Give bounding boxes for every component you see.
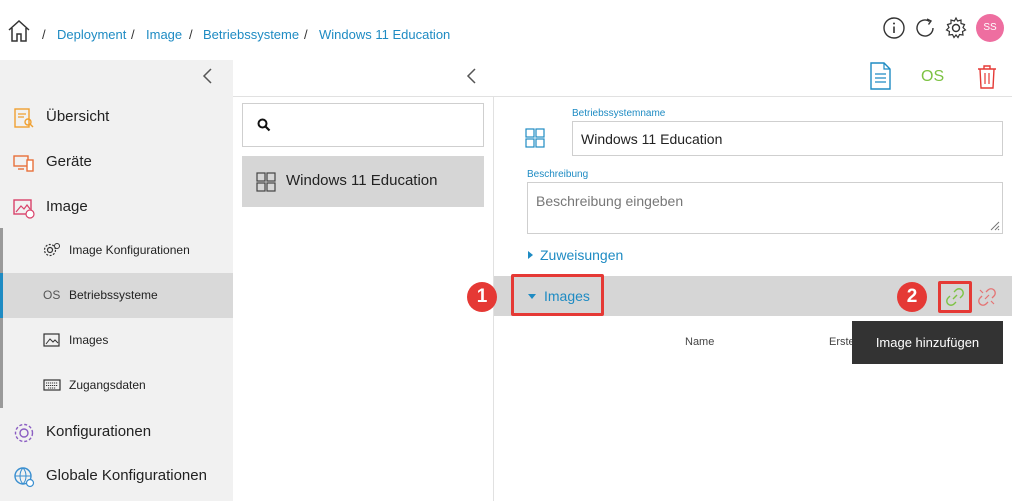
column-header-name[interactable]: Name bbox=[685, 336, 714, 348]
name-field-label: Betriebssystemname bbox=[572, 108, 666, 119]
os-button[interactable]: OS bbox=[921, 68, 944, 86]
search-input[interactable] bbox=[242, 103, 484, 147]
user-avatar[interactable]: SS bbox=[976, 14, 1004, 42]
zuweisungen-toggle[interactable]: Zuweisungen bbox=[528, 247, 623, 263]
breadcrumb-separator: / bbox=[189, 27, 193, 42]
sidebar-item-label: Image bbox=[46, 198, 88, 215]
breadcrumb-separator: / bbox=[42, 27, 46, 42]
global-config-icon bbox=[14, 467, 35, 488]
link-icon[interactable] bbox=[945, 287, 965, 307]
sidebar-item-geraete[interactable]: Geräte bbox=[0, 140, 233, 184]
search-icon bbox=[257, 118, 271, 132]
unlink-icon[interactable] bbox=[977, 287, 997, 307]
keyboard-icon bbox=[43, 379, 61, 391]
sidebar: Übersicht Geräte Image Image Konfigurati… bbox=[0, 60, 233, 501]
step-marker-1: 1 bbox=[467, 282, 497, 312]
image-icon bbox=[13, 199, 35, 219]
os-name-field[interactable]: Windows 11 Education bbox=[572, 121, 1003, 156]
gear-icon[interactable] bbox=[944, 16, 968, 40]
overview-icon bbox=[14, 108, 34, 128]
breadcrumb-image[interactable]: Image bbox=[146, 27, 182, 43]
sidebar-item-label: Geräte bbox=[46, 153, 92, 170]
home-icon[interactable] bbox=[7, 19, 31, 43]
devices-icon bbox=[13, 155, 34, 172]
sidebar-item-uebersicht[interactable]: Übersicht bbox=[0, 95, 233, 139]
zuweisungen-label: Zuweisungen bbox=[540, 247, 624, 263]
sidebar-subitem-images[interactable]: Images bbox=[0, 318, 233, 363]
sidebar-item-label: Übersicht bbox=[46, 108, 110, 125]
description-field-label: Beschreibung bbox=[527, 169, 589, 180]
sidebar-subitem-betriebssysteme[interactable]: OS Betriebssysteme bbox=[0, 273, 233, 318]
refresh-icon[interactable] bbox=[913, 16, 937, 40]
list-item[interactable]: Windows 11 Education bbox=[242, 156, 484, 207]
highlight-images-box bbox=[511, 274, 604, 316]
breadcrumb-separator: / bbox=[131, 27, 135, 42]
breadcrumb-deployment[interactable]: Deployment bbox=[57, 27, 126, 43]
info-icon[interactable] bbox=[882, 16, 906, 40]
os-list-pane: Windows 11 Education bbox=[233, 97, 494, 501]
sidebar-subitem-label: Zugangsdaten bbox=[69, 378, 146, 392]
content-toolbar: OS bbox=[233, 60, 1012, 97]
sidebar-item-globale-konfigurationen[interactable]: Globale Konfigurationen bbox=[0, 454, 233, 498]
sidebar-subitem-label: Image Konfigurationen bbox=[69, 243, 190, 257]
header-bar: / Deployment / Image / Betriebssysteme /… bbox=[0, 0, 1012, 60]
os-text-icon: OS bbox=[43, 288, 61, 302]
resize-handle-icon[interactable] bbox=[988, 219, 1000, 231]
breadcrumb-separator: / bbox=[304, 27, 308, 42]
list-item-label: Windows 11 Education bbox=[286, 172, 438, 189]
caret-right-icon bbox=[528, 251, 533, 259]
sidebar-subitem-label: Betriebssysteme bbox=[69, 288, 158, 302]
sidebar-item-label: Konfigurationen bbox=[46, 423, 152, 440]
breadcrumb-current[interactable]: Windows 11 Education bbox=[319, 27, 450, 43]
sidebar-item-image[interactable]: Image bbox=[0, 185, 233, 229]
sidebar-item-konfigurationen[interactable]: Konfigurationen bbox=[0, 410, 233, 454]
description-placeholder: Beschreibung eingeben bbox=[536, 193, 684, 209]
sidebar-item-label: Globale Konfigurationen bbox=[46, 467, 207, 484]
sidebar-subitem-image-konfigurationen[interactable]: Image Konfigurationen bbox=[0, 228, 233, 273]
sidebar-subitem-label: Images bbox=[69, 333, 109, 347]
tooltip: Image hinzufügen bbox=[852, 321, 1003, 364]
description-field[interactable]: Beschreibung eingeben bbox=[527, 182, 1003, 234]
collapse-sidebar-icon[interactable] bbox=[200, 67, 216, 85]
windows-icon bbox=[525, 128, 545, 148]
gear-icon bbox=[43, 243, 60, 257]
trash-icon[interactable] bbox=[976, 64, 998, 90]
collapse-list-icon[interactable] bbox=[465, 67, 479, 85]
picture-icon bbox=[43, 333, 60, 347]
step-marker-2: 2 bbox=[897, 282, 927, 312]
windows-icon bbox=[256, 172, 276, 192]
breadcrumb-betriebssysteme[interactable]: Betriebssysteme bbox=[203, 27, 299, 43]
configurations-icon bbox=[14, 423, 34, 443]
sidebar-subitem-zugangsdaten[interactable]: Zugangsdaten bbox=[0, 363, 233, 408]
detail-pane: Betriebssystemname Windows 11 Education … bbox=[494, 97, 1012, 501]
document-icon[interactable] bbox=[867, 62, 893, 92]
